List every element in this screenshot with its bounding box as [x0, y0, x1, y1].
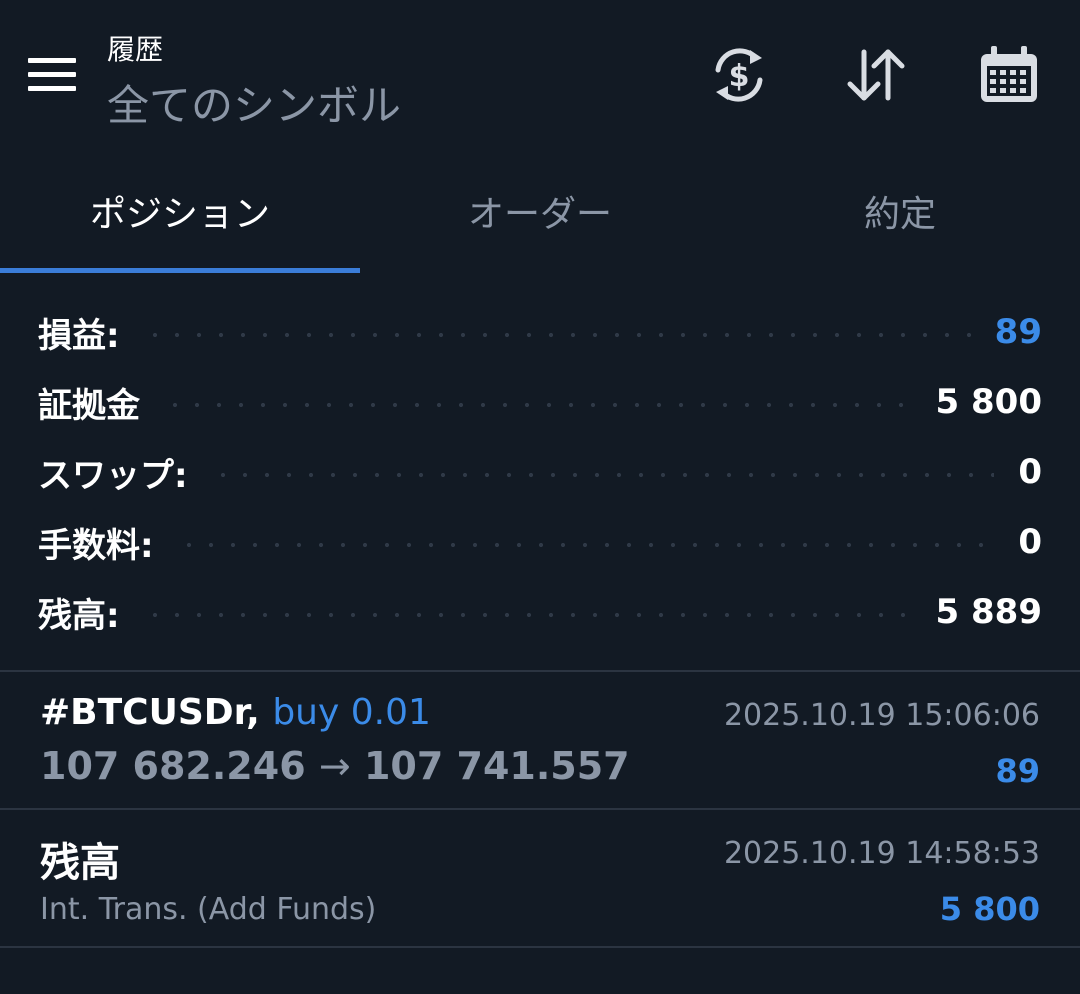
position-profit: 89 [995, 752, 1040, 790]
page-title: 履歴 [107, 33, 164, 66]
summary-row-margin: 証拠金 5 800 [38, 372, 1042, 432]
top-app-bar: 履歴 全てのシンボル $ [0, 0, 1080, 160]
position-side: buy 0.01 [272, 692, 431, 733]
summary-row-balance: 残高: 5 889 [38, 582, 1042, 642]
summary-value: 5 800 [935, 382, 1042, 422]
tab-bar: ポジション オーダー 約定 [0, 160, 1080, 275]
summary-label: 損益: [38, 315, 120, 356]
balance-comment: Int. Trans. (Add Funds) [40, 892, 377, 927]
tab-positions[interactable]: ポジション [0, 160, 360, 270]
symbol-filter[interactable]: 全てのシンボル [107, 72, 401, 133]
currency-exchange-icon[interactable]: $ [708, 44, 770, 106]
summary-label: 残高: [38, 595, 120, 636]
tab-orders[interactable]: オーダー [360, 160, 720, 270]
summary-row-profit: 損益: 89 [38, 302, 1042, 362]
dotted-leader [211, 473, 995, 477]
summary-value: 0 [1018, 452, 1042, 492]
close-price: 107 741.557 [363, 744, 630, 788]
open-price: 107 682.246 [40, 744, 306, 788]
dotted-leader [164, 403, 912, 407]
list-item-balance[interactable]: 残高 2025.10.19 14:58:53 Int. Trans. (Add … [0, 810, 1080, 946]
dotted-leader [143, 333, 971, 337]
dotted-leader [143, 613, 912, 617]
symbol-label: #BTCUSDr, [40, 692, 260, 733]
calendar-icon[interactable] [978, 44, 1040, 106]
balance-amount: 5 800 [939, 890, 1040, 928]
divider [0, 946, 1080, 948]
sort-icon[interactable] [844, 44, 906, 106]
position-datetime: 2025.10.19 15:06:06 [723, 698, 1040, 733]
summary-row-commission: 手数料: 0 [38, 512, 1042, 572]
summary-value: 0 [1018, 522, 1042, 562]
summary-row-swap: スワップ: 0 [38, 442, 1042, 502]
summary-label: 手数料: [38, 525, 154, 566]
summary-value: 89 [994, 312, 1042, 352]
balance-title: 残高 [40, 840, 120, 886]
arrow-icon: → [318, 744, 351, 788]
dotted-leader [177, 543, 995, 547]
position-symbol: #BTCUSDr, buy 0.01 [40, 692, 431, 733]
position-prices: 107 682.246 → 107 741.557 [40, 744, 630, 788]
summary-label: 証拠金 [38, 385, 140, 426]
summary-label: スワップ: [38, 455, 188, 496]
list-item-position[interactable]: #BTCUSDr, buy 0.01 2025.10.19 15:06:06 1… [0, 672, 1080, 808]
menu-icon[interactable] [28, 58, 76, 92]
active-tab-indicator [0, 268, 360, 273]
summary-value: 5 889 [935, 592, 1042, 632]
tab-deals[interactable]: 約定 [720, 160, 1080, 270]
svg-text:$: $ [729, 59, 750, 94]
balance-datetime: 2025.10.19 14:58:53 [723, 836, 1040, 871]
